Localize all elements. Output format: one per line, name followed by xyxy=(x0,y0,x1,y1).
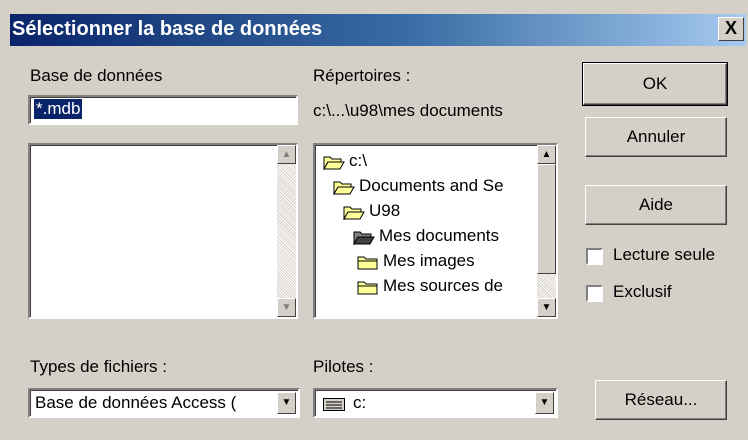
dialog-window: Sélectionner la base de données X Base d… xyxy=(0,0,748,440)
scroll-up-icon[interactable]: ▲ xyxy=(537,145,556,164)
read-only-label[interactable]: Lecture seule xyxy=(613,245,715,265)
folder-icon xyxy=(323,151,349,170)
tree-item[interactable]: Mes documents xyxy=(353,224,499,248)
drive-icon xyxy=(323,398,345,411)
folder-icon xyxy=(357,276,383,295)
exclusive-checkbox[interactable] xyxy=(586,285,603,302)
directory-scrollbar[interactable]: ▲ ▼ xyxy=(537,145,556,317)
folder-icon xyxy=(357,251,383,270)
file-types-label: Types de fichiers : xyxy=(30,357,168,376)
ok-button[interactable]: OK xyxy=(582,62,728,106)
tree-item[interactable]: c:\ xyxy=(323,149,367,173)
drives-value: c: xyxy=(353,393,367,412)
scroll-down-icon[interactable]: ▼ xyxy=(277,298,296,317)
file-types-value: Base de données Access ( xyxy=(35,393,237,412)
exclusive-label[interactable]: Exclusif xyxy=(613,282,672,302)
tree-item[interactable]: Mes images xyxy=(357,249,475,273)
scroll-up-icon[interactable]: ▲ xyxy=(277,145,296,164)
tree-item-label: U98 xyxy=(369,201,401,220)
tree-item[interactable]: Documents and Se xyxy=(333,174,504,198)
tree-item-label: Mes sources de xyxy=(383,276,503,295)
tree-item[interactable]: U98 xyxy=(343,199,400,223)
folder-icon xyxy=(353,226,379,245)
tree-item-label: Mes documents xyxy=(379,226,499,245)
chevron-down-icon[interactable]: ▼ xyxy=(277,392,296,414)
drives-label: Pilotes : xyxy=(313,357,374,376)
cancel-button[interactable]: Annuler xyxy=(585,117,727,157)
tree-item-label: c:\ xyxy=(349,151,367,170)
scroll-thumb[interactable] xyxy=(537,164,556,274)
read-only-checkbox[interactable] xyxy=(586,248,603,265)
filename-value: *.mdb xyxy=(34,99,83,119)
database-label: Base de données xyxy=(30,66,163,85)
chevron-down-icon[interactable]: ▼ xyxy=(535,392,554,414)
tree-item-label: Documents and Se xyxy=(359,176,504,195)
filename-input[interactable]: *.mdb xyxy=(28,95,298,125)
help-button[interactable]: Aide xyxy=(585,185,727,225)
tree-item[interactable]: Mes sources de xyxy=(357,274,503,298)
file-list[interactable]: ▲ ▼ xyxy=(28,143,298,319)
network-button[interactable]: Réseau... xyxy=(595,380,727,420)
title-bar[interactable]: Sélectionner la base de données X xyxy=(10,14,746,46)
folder-icon xyxy=(333,176,359,195)
directories-label: Répertoires : xyxy=(313,66,411,85)
folder-icon xyxy=(343,201,369,220)
close-button[interactable]: X xyxy=(718,17,744,41)
current-path: c:\...\u98\mes documents xyxy=(313,101,503,120)
window-title: Sélectionner la base de données xyxy=(12,18,323,40)
drives-select[interactable]: c: ▼ xyxy=(313,388,558,418)
file-types-select[interactable]: Base de données Access ( ▼ xyxy=(28,388,300,418)
scroll-down-icon[interactable]: ▼ xyxy=(537,298,556,317)
directory-tree[interactable]: c:\ Documents and Se U98 Mes documents Mes i… xyxy=(313,143,558,319)
tree-item-label: Mes images xyxy=(383,251,475,270)
file-list-scrollbar[interactable]: ▲ ▼ xyxy=(277,145,296,317)
